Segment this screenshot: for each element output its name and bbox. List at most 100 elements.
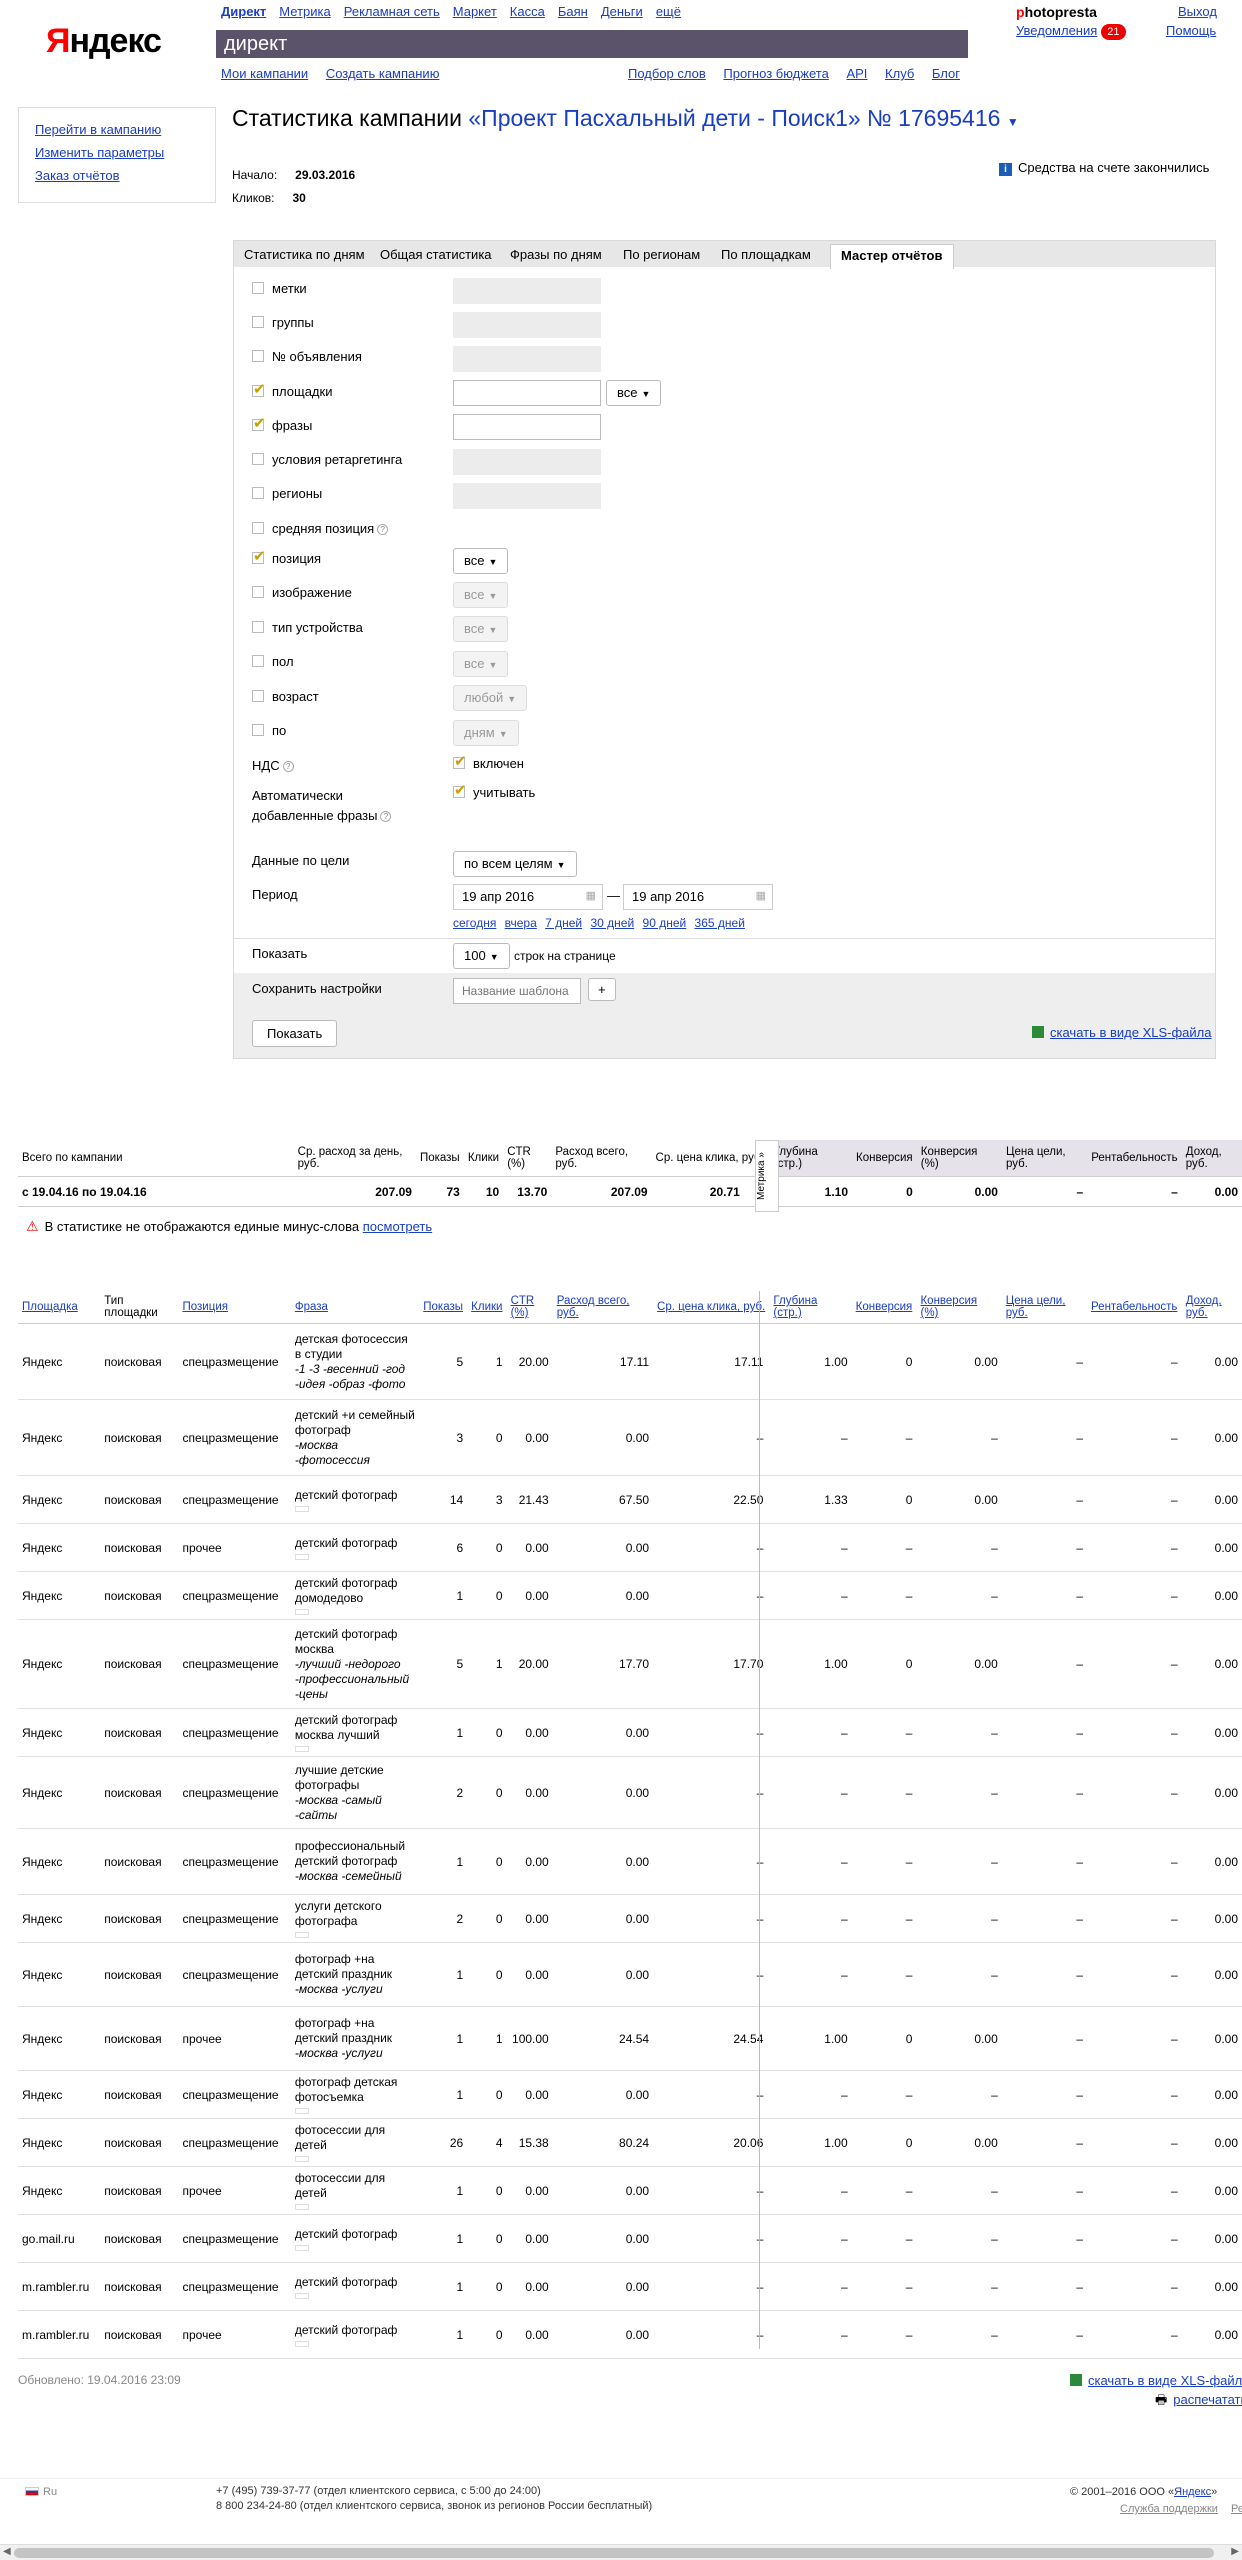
- add-template-button[interactable]: +: [588, 978, 616, 1001]
- club-link[interactable]: Клуб: [885, 66, 914, 81]
- more-icon[interactable]: [294, 2204, 309, 2210]
- exit-link[interactable]: Выход: [1178, 4, 1217, 19]
- topnav-item[interactable]: ещё: [656, 4, 681, 19]
- calendar-icon[interactable]: ▦: [756, 889, 766, 902]
- period-today-link[interactable]: сегодня: [453, 916, 496, 930]
- notifications[interactable]: Уведомления 21: [1016, 23, 1126, 40]
- campaign-dropdown-icon[interactable]: ▼: [1007, 115, 1019, 129]
- create-campaign-link[interactable]: Создать кампанию: [326, 66, 440, 81]
- sites-select[interactable]: все ▼: [606, 380, 662, 406]
- filter-image[interactable]: изображение: [252, 585, 352, 600]
- by-checkbox[interactable]: [252, 724, 264, 736]
- tab-general-stats[interactable]: Общая статистика: [380, 247, 492, 262]
- age-checkbox[interactable]: [252, 690, 264, 702]
- help-icon[interactable]: ?: [282, 761, 294, 772]
- position-checkbox[interactable]: [252, 547, 266, 565]
- yandex-logo[interactable]: Яндекс: [46, 22, 162, 61]
- sort-ctr-header[interactable]: CTR (%): [506, 1291, 553, 1324]
- more-icon[interactable]: [294, 1932, 309, 1938]
- tab-phrases-daily[interactable]: Фразы по дням: [510, 247, 602, 262]
- filter-by[interactable]: по: [252, 723, 286, 738]
- sites-input[interactable]: [453, 380, 601, 406]
- user-login[interactable]: photopresta: [1016, 4, 1097, 20]
- download-xls[interactable]: скачать в виде XLS-файла: [1032, 1025, 1212, 1040]
- sort-depth-header[interactable]: Глубина (стр.): [769, 1291, 852, 1324]
- sort-conversion-rate-header[interactable]: Конверсия (%): [916, 1291, 1002, 1324]
- topnav-item[interactable]: Касса: [510, 4, 545, 19]
- filter-ad-number[interactable]: № объявления: [252, 349, 362, 364]
- download-xls-link[interactable]: скачать в виде XLS-файла: [1050, 1025, 1212, 1040]
- more-icon[interactable]: [294, 1746, 309, 1752]
- filter-labels[interactable]: метки: [252, 281, 307, 296]
- sort-site-header[interactable]: Площадка: [18, 1291, 101, 1324]
- vat-checkbox[interactable]: [453, 752, 467, 770]
- sites-checkbox[interactable]: [252, 380, 266, 398]
- sort-goal-cost-header[interactable]: Цена цели, руб.: [1001, 1291, 1088, 1324]
- help-icon[interactable]: ?: [380, 811, 392, 822]
- help-icon[interactable]: ?: [377, 524, 389, 535]
- gender-checkbox[interactable]: [252, 655, 264, 667]
- more-icon[interactable]: [294, 2292, 309, 2299]
- scroll-right-icon[interactable]: ▶: [1231, 2546, 1239, 2557]
- print-link[interactable]: распечатать: [1173, 2392, 1242, 2407]
- sort-clicks-header[interactable]: Клики: [467, 1291, 507, 1324]
- topnav-item[interactable]: Метрика: [279, 4, 330, 19]
- sort-conversion-header[interactable]: Конверсия: [851, 1291, 917, 1324]
- filter-position[interactable]: позиция: [252, 547, 321, 566]
- filter-phrases[interactable]: фразы: [252, 414, 312, 433]
- filter-age[interactable]: возраст: [252, 689, 319, 704]
- download-xls-bottom-link[interactable]: скачать в виде XLS-файла: [1088, 2373, 1242, 2388]
- period-365-days-link[interactable]: 365 дней: [695, 916, 745, 930]
- ad-number-checkbox[interactable]: [252, 350, 264, 362]
- topnav-item[interactable]: Деньги: [601, 4, 643, 19]
- view-minus-words-link[interactable]: посмотреть: [363, 1219, 432, 1234]
- sort-cpc-header[interactable]: Ср. цена клика, руб.: [653, 1291, 770, 1324]
- filter-device[interactable]: тип устройства: [252, 620, 363, 635]
- more-icon[interactable]: [294, 2340, 309, 2347]
- topnav-item[interactable]: Рекламная сеть: [344, 4, 440, 19]
- template-name-input[interactable]: [453, 978, 581, 1004]
- api-link[interactable]: API: [846, 66, 867, 81]
- auto-phrases-option[interactable]: учитывать: [453, 781, 535, 800]
- topnav-item[interactable]: Директ: [221, 4, 266, 19]
- labels-checkbox[interactable]: [252, 282, 264, 294]
- period-7-days-link[interactable]: 7 дней: [545, 916, 582, 930]
- tab-sites[interactable]: По площадкам: [721, 247, 811, 262]
- sort-shows-header[interactable]: Показы: [419, 1291, 468, 1324]
- topnav-item[interactable]: Баян: [558, 4, 588, 19]
- scroll-left-icon[interactable]: ◀: [3, 2546, 11, 2557]
- regions-checkbox[interactable]: [252, 487, 264, 499]
- date-to-input[interactable]: 19 апр 2016 ▦: [623, 884, 773, 910]
- avg-position-checkbox[interactable]: [252, 522, 264, 534]
- sort-position-header[interactable]: Позиция: [178, 1291, 291, 1324]
- groups-checkbox[interactable]: [252, 316, 264, 328]
- edit-params-link[interactable]: Изменить параметры: [35, 145, 199, 160]
- more-icon[interactable]: [294, 1609, 309, 1615]
- sort-phrase-header[interactable]: Фраза: [290, 1291, 420, 1324]
- scrollbar-thumb[interactable]: [14, 2548, 1214, 2558]
- tab-regions[interactable]: По регионам: [623, 247, 700, 262]
- word-selection-link[interactable]: Подбор слов: [628, 66, 706, 81]
- tab-report-wizard[interactable]: Мастер отчётов: [830, 244, 954, 269]
- horizontal-scrollbar[interactable]: ◀ ▶: [0, 2544, 1242, 2560]
- filter-avg-position[interactable]: средняя позиция?: [252, 521, 389, 536]
- blog-link[interactable]: Блог: [932, 66, 960, 81]
- notifications-link[interactable]: Уведомления: [1016, 23, 1097, 38]
- sort-profitability-header[interactable]: Рентабельность: [1087, 1291, 1182, 1324]
- goal-select[interactable]: по всем целям ▼: [453, 851, 577, 877]
- calendar-icon[interactable]: ▦: [586, 889, 596, 902]
- filter-groups[interactable]: группы: [252, 315, 314, 330]
- my-campaigns-link[interactable]: Мои кампании: [221, 66, 308, 81]
- device-checkbox[interactable]: [252, 621, 264, 633]
- print[interactable]: 🖶 распечатать: [1155, 2391, 1242, 2413]
- retargeting-checkbox[interactable]: [252, 453, 264, 465]
- help-link[interactable]: Помощь: [1166, 23, 1216, 38]
- support-service-link[interactable]: Служба поддержки: [1120, 2503, 1218, 2515]
- topnav-item[interactable]: Маркет: [453, 4, 497, 19]
- campaign-name[interactable]: «Проект Пасхальный дети - Поиск1» № 1769…: [468, 105, 1000, 131]
- filter-gender[interactable]: пол: [252, 654, 294, 669]
- download-xls-bottom[interactable]: скачать в виде XLS-файла: [1070, 2373, 1242, 2388]
- more-icon[interactable]: [294, 1553, 309, 1560]
- date-from-input[interactable]: 19 апр 2016 ▦: [453, 884, 603, 910]
- more-icon[interactable]: [294, 2108, 309, 2114]
